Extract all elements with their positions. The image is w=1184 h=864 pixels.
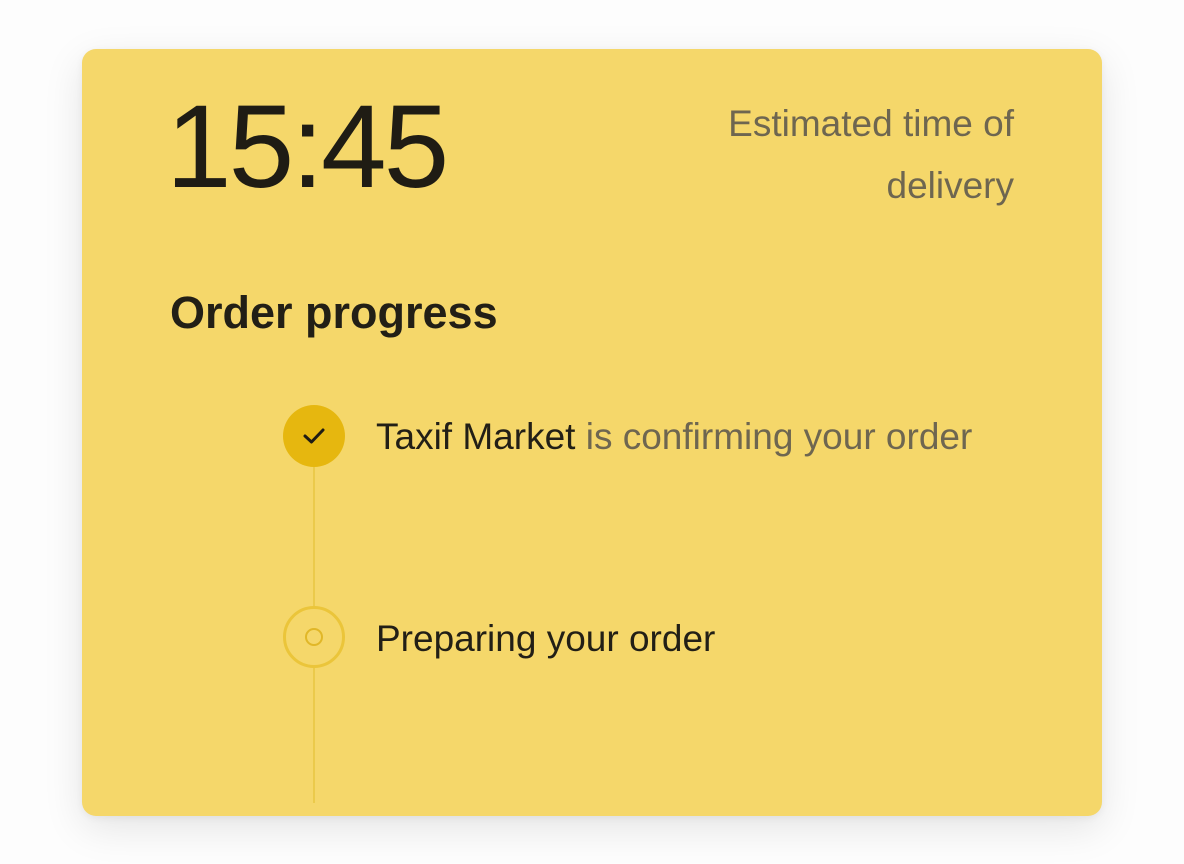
pending-circle-icon (283, 606, 345, 668)
estimated-delivery-time: 15:45 (166, 81, 449, 213)
pending-dot-icon (305, 628, 323, 646)
merchant-name: Taxif Market (376, 416, 576, 457)
progress-step-confirming-label: is confirming your order (575, 416, 973, 457)
progress-step-preparing: Preparing your order (376, 618, 716, 659)
order-progress-title: Order progress (170, 287, 498, 338)
order-status-card: 15:45 Estimated time of delivery Order p… (82, 49, 1102, 816)
estimated-delivery-label: Estimated time of delivery (728, 103, 1014, 206)
check-icon (283, 405, 345, 467)
progress-step-confirming: Taxif Market is confirming your order (376, 406, 996, 468)
